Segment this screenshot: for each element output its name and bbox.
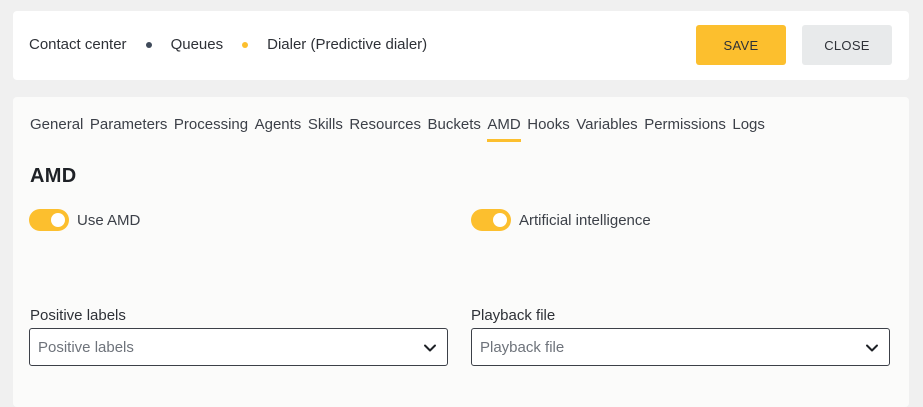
tab-general[interactable]: General <box>30 116 83 133</box>
chevron-down-icon <box>866 344 878 352</box>
tab-variables[interactable]: Variables <box>576 116 637 133</box>
tab-resources[interactable]: Resources <box>349 116 421 133</box>
use-amd-row: Use AMD <box>29 209 140 231</box>
chevron-down-icon <box>424 344 436 352</box>
main-panel: General Parameters Processing Agents Ski… <box>13 97 909 407</box>
use-amd-toggle[interactable] <box>29 209 69 231</box>
tab-parameters[interactable]: Parameters <box>90 116 168 133</box>
positive-labels-select[interactable]: Positive labels <box>29 328 448 366</box>
tab-skills[interactable]: Skills <box>308 116 343 133</box>
tab-bar: General Parameters Processing Agents Ski… <box>30 116 771 142</box>
breadcrumb-item-current: Dialer (Predictive dialer) <box>267 36 428 53</box>
tab-agents[interactable]: Agents <box>255 116 302 133</box>
artificial-intelligence-row: Artificial intelligence <box>471 209 651 231</box>
positive-labels-label: Positive labels <box>30 307 126 324</box>
save-button[interactable]: SAVE <box>696 25 786 65</box>
breadcrumb-separator-dot <box>145 41 152 48</box>
playback-file-placeholder: Playback file <box>480 338 565 356</box>
artificial-intelligence-label: Artificial intelligence <box>519 211 651 229</box>
tab-hooks[interactable]: Hooks <box>527 116 570 133</box>
tab-permissions[interactable]: Permissions <box>644 116 726 133</box>
artificial-intelligence-toggle[interactable] <box>471 209 511 231</box>
playback-file-select[interactable]: Playback file <box>471 328 890 366</box>
toggle-knob <box>51 213 65 227</box>
header-bar: Contact center Queues Dialer (Predictive… <box>13 11 909 80</box>
use-amd-label: Use AMD <box>77 211 141 229</box>
playback-file-label: Playback file <box>471 307 556 324</box>
toggle-knob <box>493 213 507 227</box>
breadcrumb-separator-dot-active <box>242 41 249 48</box>
breadcrumb-item-contact-center[interactable]: Contact center <box>29 36 127 53</box>
tab-processing[interactable]: Processing <box>174 116 248 133</box>
tab-buckets[interactable]: Buckets <box>428 116 481 133</box>
close-button[interactable]: CLOSE <box>802 25 892 65</box>
breadcrumb-item-queues[interactable]: Queues <box>171 36 224 53</box>
tab-amd[interactable]: AMD <box>487 116 522 142</box>
breadcrumb: Contact center Queues Dialer (Predictive… <box>29 36 427 53</box>
section-title: AMD <box>30 165 77 187</box>
positive-labels-placeholder: Positive labels <box>38 338 134 356</box>
tab-logs[interactable]: Logs <box>732 116 765 133</box>
